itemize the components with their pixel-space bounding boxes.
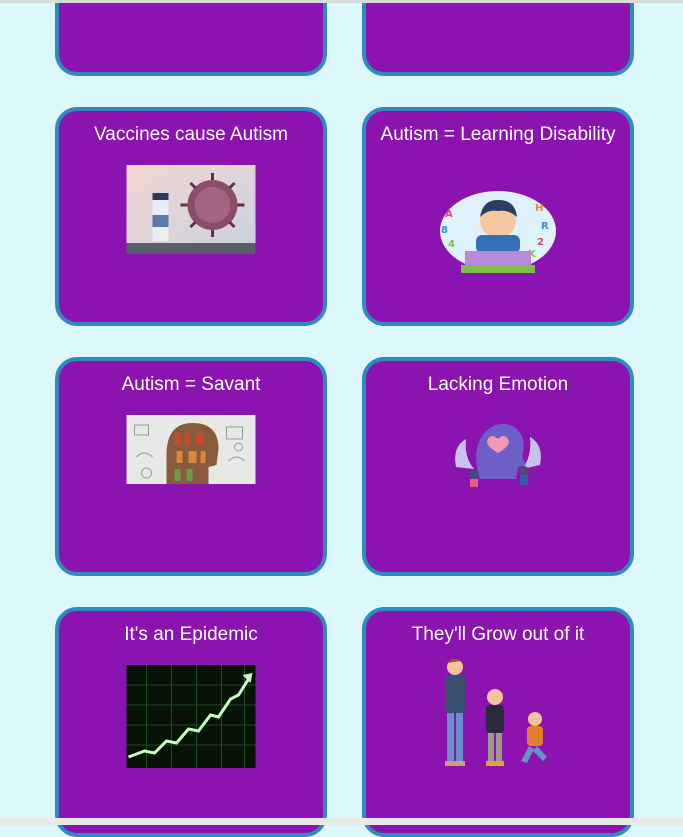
card-title: It's an Epidemic	[124, 624, 258, 645]
myth-card-learning-disability[interactable]: Autism = Learning Disability A 8 4 H R 2…	[362, 107, 634, 326]
vaccine-virus-image	[126, 165, 256, 254]
growing-children-image	[437, 657, 559, 769]
card-title: Autism = Learning Disability	[380, 124, 616, 145]
myth-card-vaccines[interactable]: Vaccines cause Autism	[55, 107, 327, 326]
rising-graph-image	[126, 665, 256, 768]
svg-text:8: 8	[441, 225, 448, 236]
myth-card-1[interactable]	[362, 3, 634, 76]
svg-text:R: R	[541, 221, 549, 232]
svg-text:4: 4	[448, 239, 455, 250]
card-title: Vaccines cause Autism	[94, 124, 288, 145]
myth-card-grow-out[interactable]: They'll Grow out of it	[362, 607, 634, 837]
card-title: Autism = Savant	[121, 374, 261, 395]
browser-bottom-edge	[0, 818, 683, 825]
svg-text:H: H	[535, 203, 543, 214]
card-title: Lacking Emotion	[427, 374, 569, 395]
brain-bookshelf-image	[126, 415, 256, 484]
card-title: They'll Grow out of it	[411, 624, 585, 645]
svg-text:A: A	[445, 209, 453, 220]
heart-head-image	[452, 417, 544, 487]
svg-text:2: 2	[537, 237, 544, 248]
myth-card-lacking-emotion[interactable]: Lacking Emotion	[362, 357, 634, 576]
confused-child-image: A 8 4 H R 2 K	[433, 187, 563, 279]
myth-card-epidemic[interactable]: It's an Epidemic	[55, 607, 327, 837]
myth-card-0[interactable]	[55, 3, 327, 76]
myth-card-savant[interactable]: Autism = Savant	[55, 357, 327, 576]
